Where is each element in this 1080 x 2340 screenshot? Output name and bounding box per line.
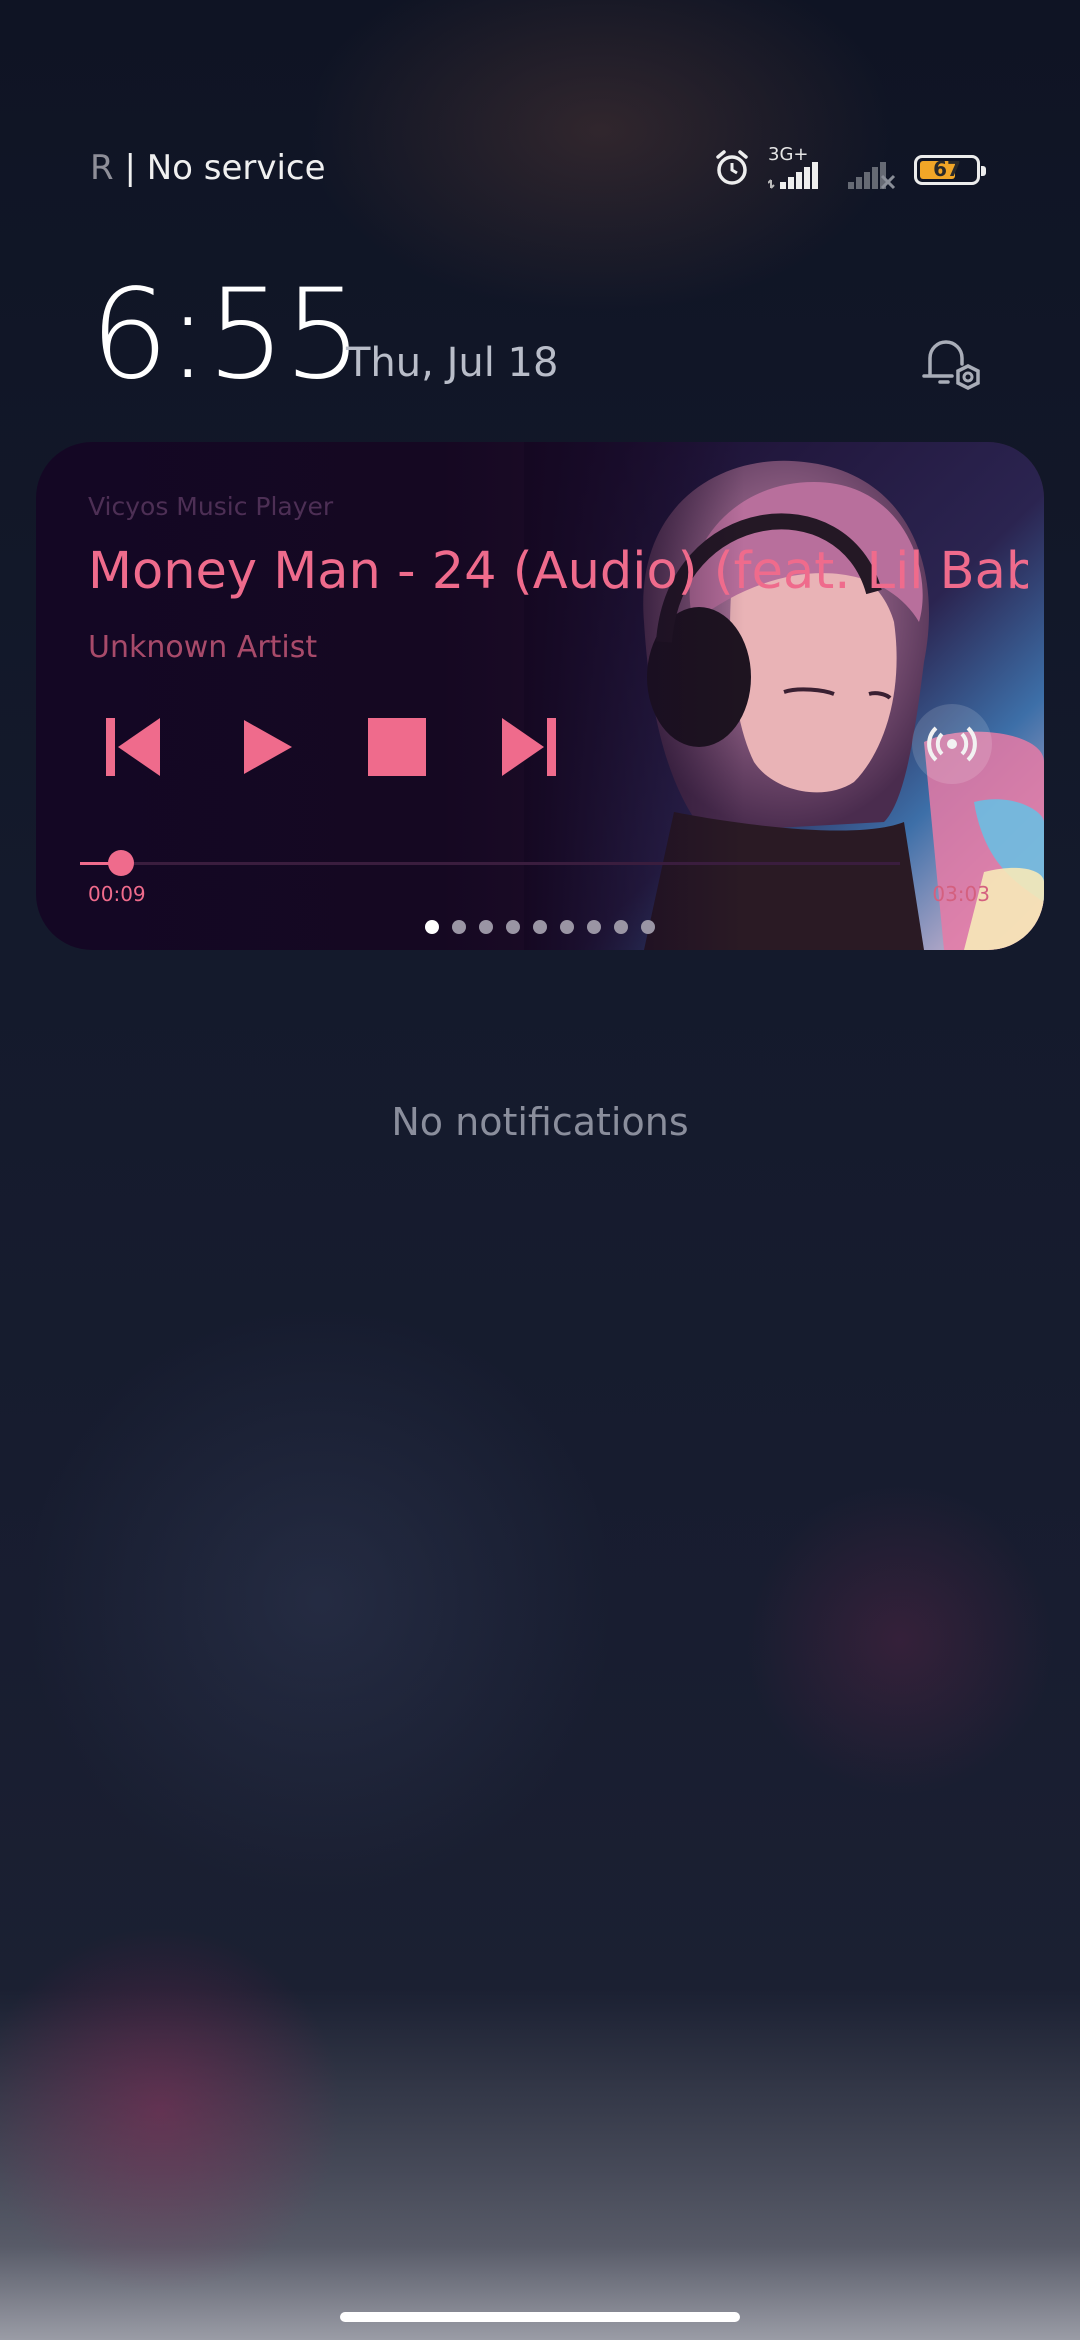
alarm-icon xyxy=(716,150,748,185)
page-dot xyxy=(560,920,574,934)
page-dot xyxy=(587,920,601,934)
cast-icon xyxy=(927,726,977,762)
carrier-prefix: R xyxy=(90,148,114,188)
carrier-status: R | No service xyxy=(90,148,326,188)
lockscreen-clock: 6:55 xyxy=(90,263,362,407)
signal-icon xyxy=(768,162,818,189)
page-dot xyxy=(641,920,655,934)
page-dot xyxy=(533,920,547,934)
page-dot xyxy=(614,920,628,934)
signal-no-service-icon xyxy=(848,162,896,190)
skip-previous-icon[interactable] xyxy=(98,712,168,782)
lockscreen-date: Thu, Jul 18 xyxy=(346,340,559,386)
cast-button[interactable] xyxy=(912,704,992,784)
page-dot xyxy=(479,920,493,934)
battery-level: 67 xyxy=(933,157,961,181)
notification-settings-icon[interactable] xyxy=(918,330,988,396)
page-dot xyxy=(506,920,520,934)
song-title: Money Man - 24 (Audio) (feat. Lil Bab.. xyxy=(88,542,1028,601)
skip-next-icon[interactable] xyxy=(494,712,564,782)
seek-bar-thumb[interactable] xyxy=(108,850,134,876)
media-app-name: Vicyos Music Player xyxy=(88,492,334,521)
album-art-fade xyxy=(524,442,744,950)
media-page-indicator xyxy=(36,920,1044,934)
song-artist: Unknown Artist xyxy=(88,630,318,665)
no-notifications-text: No notifications xyxy=(391,1100,689,1144)
current-time: 00:09 xyxy=(88,882,146,906)
battery-icon: 67 xyxy=(914,155,986,185)
total-time: 03:03 xyxy=(932,882,990,906)
page-dot xyxy=(452,920,466,934)
stop-icon[interactable] xyxy=(362,712,432,782)
carrier-text: | No service xyxy=(124,148,326,188)
play-icon[interactable] xyxy=(230,712,300,782)
media-player-card[interactable]: Vicyos Music Player Money Man - 24 (Audi… xyxy=(36,442,1044,950)
seek-bar-track[interactable] xyxy=(80,862,900,865)
page-dot xyxy=(425,920,439,934)
status-icons: 3G+ xyxy=(712,146,932,192)
home-indicator[interactable] xyxy=(340,2312,740,2322)
